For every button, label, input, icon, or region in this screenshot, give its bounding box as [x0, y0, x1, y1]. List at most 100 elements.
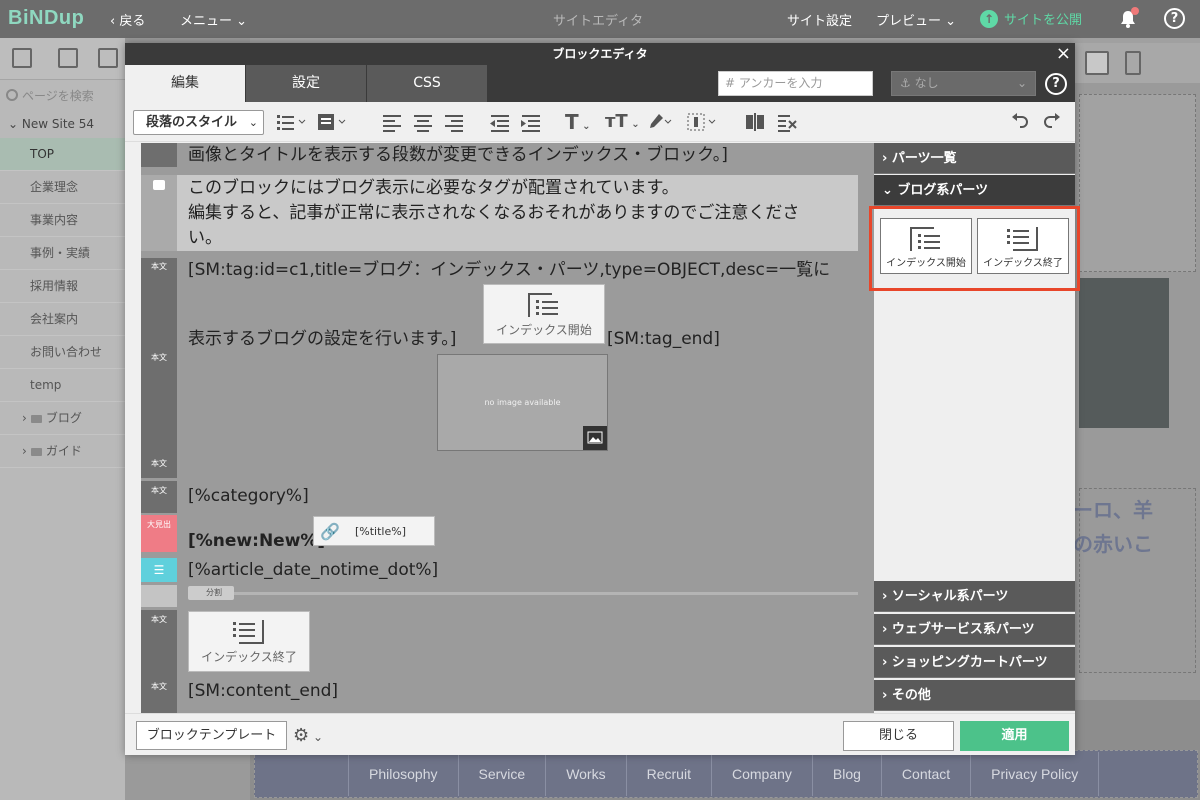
divider-tag[interactable]: 分割 — [188, 586, 234, 600]
panel-other-parts[interactable]: › その他 — [874, 680, 1075, 711]
editor-content[interactable]: 画像とタイトルを表示する段数が変更できるインデックス・ブロック。] このブロック… — [141, 143, 874, 713]
panel-social-parts[interactable]: › ソーシャル系パーツ — [874, 581, 1075, 612]
dialog-title: ブロックエディタ — [552, 47, 648, 61]
block-format-icon[interactable] — [317, 112, 347, 132]
mobile-icon[interactable] — [1125, 51, 1141, 75]
title-link-label: [%title%] — [355, 525, 406, 538]
help-icon[interactable]: ? — [1164, 8, 1185, 29]
tab-css[interactable]: CSS — [367, 65, 487, 102]
tab-edit[interactable]: 編集 — [125, 65, 245, 102]
publish-site-button[interactable]: ↑ サイトを公開 — [980, 9, 1082, 28]
panel-header-label: ショッピングカートパーツ — [891, 655, 1048, 670]
redo-icon[interactable] — [1042, 112, 1062, 132]
color-picker-icon[interactable] — [647, 112, 673, 132]
close-icon[interactable]: × — [1056, 43, 1071, 65]
site-tree-root[interactable]: ⌄ New Site 54 — [0, 110, 125, 138]
delete-column-icon[interactable] — [777, 112, 799, 132]
chevron-left-icon: ‹ — [110, 14, 120, 29]
panel-blog-parts[interactable]: ⌄ ブログ系パーツ — [874, 175, 1075, 206]
align-left-icon[interactable] — [383, 112, 403, 132]
sidebar-page[interactable]: 事例・実績 — [0, 237, 125, 270]
back-button[interactable]: ‹ 戻る — [110, 10, 145, 29]
page-search[interactable]: ページを検索 — [0, 80, 125, 110]
panel-shopping-parts[interactable]: › ショッピングカートパーツ — [874, 647, 1075, 678]
add-page-icon[interactable] — [12, 48, 32, 68]
insert-column-icon[interactable] — [745, 112, 767, 132]
sidebar-page[interactable]: temp — [0, 369, 125, 402]
preview-image — [1079, 278, 1169, 428]
footer-nav-item[interactable]: Contact — [880, 752, 970, 796]
footer-nav-item[interactable]: Recruit — [625, 752, 711, 796]
image-placeholder[interactable]: no image available — [437, 354, 608, 451]
site-settings-button[interactable]: サイト設定 — [787, 10, 852, 29]
chevron-down-icon: ⌄ — [232, 14, 248, 29]
sidebar-page[interactable]: お問い合わせ — [0, 336, 125, 369]
panel-webservice-parts[interactable]: › ウェブサービス系パーツ — [874, 614, 1075, 645]
notification-bell-icon[interactable] — [1117, 7, 1139, 30]
outdent-icon[interactable] — [489, 112, 509, 132]
footer-nav-item[interactable]: Works — [545, 752, 625, 796]
label-body: 本文 — [151, 682, 167, 691]
sidebar-page[interactable]: 会社案内 — [0, 303, 125, 336]
notice-line: このブロックにはブログ表示に必要なタグが配置されています。 — [188, 178, 679, 198]
indent-icon[interactable] — [520, 112, 540, 132]
footer-nav-item[interactable]: Philosophy — [348, 752, 458, 796]
undo-icon[interactable] — [1010, 112, 1030, 132]
apply-button[interactable]: 適用 — [960, 721, 1069, 751]
close-button[interactable]: 閉じる — [843, 721, 954, 751]
sidebar-folder-guide[interactable]: › ガイド — [0, 435, 125, 468]
sidebar-toolbar — [0, 38, 125, 80]
page-icon[interactable] — [58, 48, 78, 68]
help-icon[interactable]: ? — [1045, 73, 1067, 95]
content-end-tag[interactable]: [SM:content_end] — [188, 679, 338, 704]
anchor-select[interactable]: ⚓ なし ⌄ — [891, 71, 1036, 96]
title-link-part[interactable]: 🔗 [%title%] — [313, 516, 435, 546]
block-editor-dialog: ブロックエディタ × 編集 設定 CSS # アンカーを入力 ⚓ なし ⌄ ? 段… — [125, 43, 1080, 755]
footer-nav-item[interactable]: Service — [457, 752, 546, 796]
footer-nav-item[interactable]: Privacy Policy — [970, 752, 1100, 796]
sidebar-folder-blog[interactable]: › ブログ — [0, 402, 125, 435]
text-size-icon[interactable]: T ⌄ — [565, 112, 591, 132]
bindup-logo[interactable]: BiNDup — [8, 7, 84, 30]
new-tag[interactable]: [%new:New%] — [188, 529, 325, 554]
tag-line-2[interactable]: 表示するブログの設定を行います。] — [188, 327, 456, 352]
paragraph-style-label: 段落のスタイル — [146, 115, 238, 130]
index-end-part[interactable]: インデックス終了 — [188, 611, 310, 672]
sidebar-page[interactable]: 企業理念 — [0, 171, 125, 204]
chevron-right-icon: › — [22, 444, 27, 458]
gear-icon[interactable]: ⚙ ⌄ — [293, 725, 323, 746]
sidebar-page[interactable]: 事業内容 — [0, 204, 125, 237]
align-right-icon[interactable] — [445, 112, 465, 132]
sidebar-page[interactable]: 採用情報 — [0, 270, 125, 303]
chevron-right-icon: › — [882, 688, 892, 703]
anchor-input[interactable]: # アンカーを入力 — [718, 71, 873, 96]
preview-button[interactable]: プレビュー ⌄ — [876, 10, 956, 29]
tab-settings[interactable]: 設定 — [246, 65, 366, 102]
anchor-icon: ⚓ — [900, 76, 915, 90]
index-start-part[interactable]: インデックス開始 — [483, 284, 605, 344]
anchor-select-value: なし — [914, 76, 939, 90]
chevron-down-icon: ⌄ — [882, 183, 898, 198]
bullet-list-icon[interactable] — [277, 112, 307, 132]
paragraph-style-select[interactable]: 段落のスタイル ⌄ — [133, 110, 264, 135]
preview-label: プレビュー — [876, 14, 942, 29]
font-size-icon[interactable]: тT ⌄ — [605, 112, 640, 132]
date-tag[interactable]: [%article_date_notime_dot%] — [188, 558, 438, 583]
image-icon[interactable] — [583, 426, 607, 450]
text-frame-icon[interactable] — [687, 112, 717, 132]
category-tag[interactable]: [%category%] — [188, 484, 309, 509]
align-center-icon[interactable] — [414, 112, 434, 132]
footer-nav-item[interactable]: Company — [710, 752, 812, 796]
sidebar-page-top[interactable]: TOP — [0, 138, 125, 171]
block-template-button[interactable]: ブロックテンプレート — [136, 721, 287, 750]
footer-nav-item[interactable]: Blog — [811, 752, 881, 796]
menu-button[interactable]: メニュー ⌄ — [180, 10, 247, 29]
tag-end[interactable]: [SM:tag_end] — [607, 327, 720, 352]
panel-header-label: ブログ系パーツ — [897, 183, 989, 198]
content-text[interactable]: 画像とタイトルを表示する段数が変更できるインデックス・ブロック。] — [188, 143, 728, 168]
edit-page-icon[interactable] — [98, 48, 118, 68]
panel-parts-list[interactable]: › パーツ一覧 — [874, 143, 1075, 174]
preview-text-line: の赤いこ — [1073, 532, 1153, 556]
tag-line[interactable]: [SM:tag:id=c1,title=ブログ：インデックス・パーツ,type=… — [188, 258, 830, 283]
desktop-icon[interactable] — [1085, 51, 1109, 75]
